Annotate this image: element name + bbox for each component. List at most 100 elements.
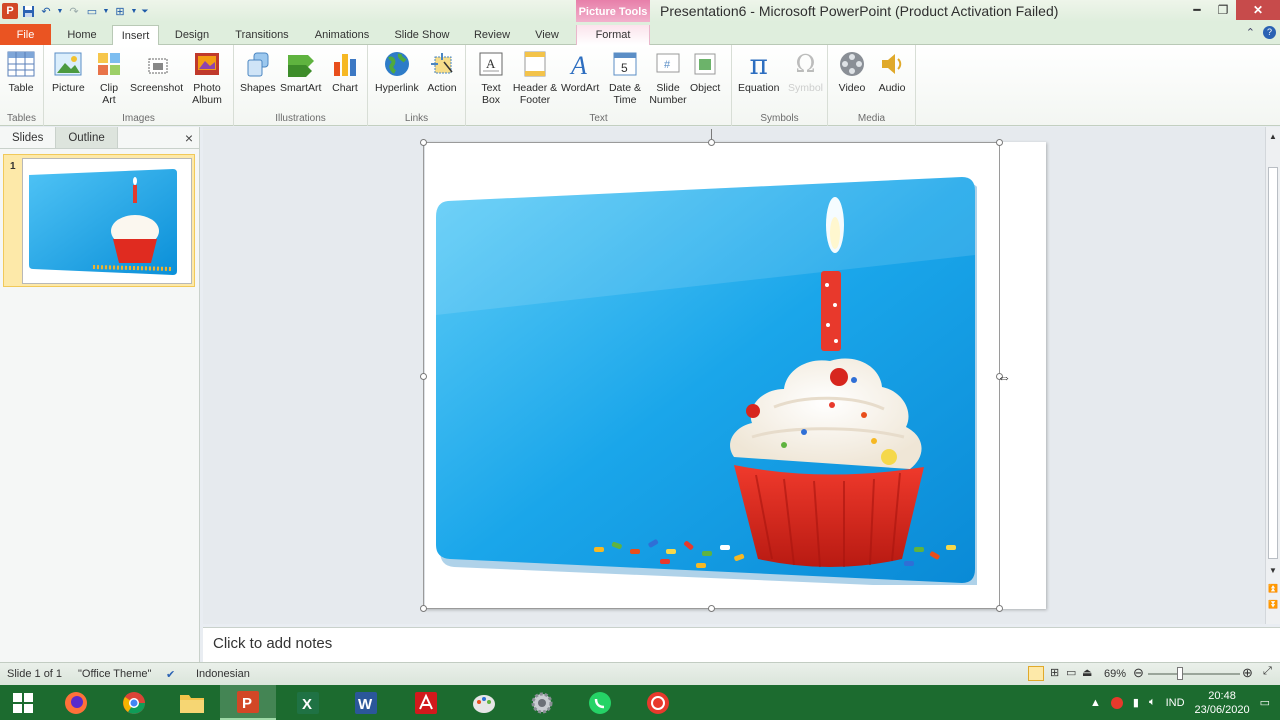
notifications-icon[interactable]: ▭ xyxy=(1260,696,1270,709)
slide-number-button[interactable]: # Slide Number xyxy=(648,49,688,106)
zoom-level[interactable]: 69% xyxy=(1104,668,1126,680)
taskbar-clock[interactable]: 20:48 23/06/2020 xyxy=(1195,689,1250,717)
powerpoint-logo-icon[interactable]: P xyxy=(2,3,18,19)
slide-show-icon[interactable]: ⏏ xyxy=(1082,666,1092,679)
smartart-button[interactable]: SmartArt xyxy=(280,49,321,94)
redo-icon[interactable]: ↷ xyxy=(66,3,82,19)
reading-view-icon[interactable]: ▭ xyxy=(1066,666,1076,679)
tab-animations[interactable]: Animations xyxy=(308,25,376,45)
clip-art-button[interactable]: Clip Art xyxy=(96,49,122,106)
resize-handle-bottom-right[interactable] xyxy=(996,605,1003,612)
scroll-down-icon[interactable]: ▼ xyxy=(1266,563,1280,577)
hyperlink-button[interactable]: Hyperlink xyxy=(375,49,419,94)
action-button[interactable]: Action xyxy=(427,49,457,94)
firefox-icon[interactable] xyxy=(48,685,104,720)
shapes-button[interactable]: Shapes xyxy=(240,49,276,94)
dropdown-arrow-icon[interactable]: ▼ xyxy=(102,3,110,19)
resize-handle-left[interactable] xyxy=(420,373,427,380)
chart-button[interactable]: Chart xyxy=(330,49,360,94)
zoom-in-icon[interactable]: ⊕ xyxy=(1242,665,1253,681)
table-button[interactable]: Table xyxy=(6,49,36,94)
whatsapp-icon[interactable] xyxy=(572,685,628,720)
file-explorer-icon[interactable] xyxy=(164,685,220,720)
chrome-icon[interactable] xyxy=(106,685,162,720)
normal-view-icon[interactable] xyxy=(1028,666,1044,681)
tab-outline[interactable]: Outline xyxy=(56,127,118,148)
previous-slide-icon[interactable]: ⏫ xyxy=(1266,581,1280,595)
date-time-button[interactable]: 5 Date & Time xyxy=(606,49,644,106)
next-slide-icon[interactable]: ⏬ xyxy=(1266,597,1280,611)
scrollbar-thumb[interactable] xyxy=(1268,167,1278,559)
restore-icon[interactable]: ❐ xyxy=(1210,0,1236,20)
undo-icon[interactable]: ↶ xyxy=(38,3,54,19)
powerpoint-taskbar-icon[interactable]: P xyxy=(220,685,276,720)
scroll-up-icon[interactable]: ▲ xyxy=(1266,129,1280,143)
tab-format[interactable]: Format xyxy=(576,25,650,45)
resize-handle-bottom[interactable] xyxy=(708,605,715,612)
slide-sorter-icon[interactable]: ⊞ xyxy=(1050,666,1059,679)
tab-slide-show[interactable]: Slide Show xyxy=(390,25,454,45)
dropdown-arrow-icon[interactable]: ▼ xyxy=(130,3,138,19)
slide-canvas[interactable]: ⇔ xyxy=(203,127,1265,624)
recorder-icon[interactable] xyxy=(630,685,686,720)
vertical-scrollbar[interactable]: ▲ ▼ ⏫ ⏬ xyxy=(1265,127,1280,624)
header-footer-button[interactable]: Header & Footer xyxy=(512,49,558,106)
theme-name[interactable]: "Office Theme" xyxy=(78,668,151,680)
customize-toolbar-icon[interactable]: ⊞ xyxy=(112,3,128,19)
slide-thumbnail-selected[interactable]: 1 xyxy=(3,154,195,287)
word-icon[interactable]: W xyxy=(338,685,394,720)
resize-handle-bottom-left[interactable] xyxy=(420,605,427,612)
video-button[interactable]: Video xyxy=(837,49,867,94)
symbol-button[interactable]: Ω Symbol xyxy=(788,49,823,94)
notes-pane[interactable]: Click to add notes xyxy=(203,627,1280,662)
tab-review[interactable]: Review xyxy=(468,25,516,45)
wordart-button[interactable]: A WordArt xyxy=(561,49,599,94)
input-language[interactable]: IND xyxy=(1166,697,1185,709)
tab-slides[interactable]: Slides xyxy=(0,127,57,148)
zoom-slider-knob[interactable] xyxy=(1177,667,1183,680)
zoom-slider[interactable] xyxy=(1148,673,1240,675)
object-button[interactable]: Object xyxy=(690,49,720,94)
zoom-out-icon[interactable]: ⊖ xyxy=(1133,665,1144,681)
thumbnail-cupcake-image xyxy=(29,169,177,275)
dropdown-arrow-icon[interactable]: ▼ xyxy=(56,3,64,19)
help-icon[interactable]: ? xyxy=(1263,26,1276,39)
tab-file[interactable]: File xyxy=(0,24,51,45)
picture-selection-frame[interactable]: ⇔ xyxy=(420,129,1011,612)
new-file-icon[interactable]: ▭ xyxy=(84,3,100,19)
qat-more-icon[interactable]: ⏷ xyxy=(140,3,150,19)
resize-handle-top-right[interactable] xyxy=(996,139,1003,146)
excel-icon[interactable]: X xyxy=(280,685,336,720)
photo-album-button[interactable]: Photo Album xyxy=(190,49,224,106)
tray-overflow-icon[interactable]: ▲ xyxy=(1090,697,1101,709)
tray-app-icon[interactable] xyxy=(1110,696,1123,709)
slide-thumbnail[interactable] xyxy=(22,158,192,284)
tab-home[interactable]: Home xyxy=(60,25,104,45)
tab-design[interactable]: Design xyxy=(168,25,216,45)
battery-icon[interactable]: ▮ xyxy=(1133,696,1139,709)
save-icon[interactable] xyxy=(20,3,36,19)
resize-handle-top-left[interactable] xyxy=(420,139,427,146)
volume-icon[interactable]: 🔈︎ xyxy=(1149,696,1156,709)
settings-gear-icon[interactable] xyxy=(514,685,570,720)
fit-to-window-icon[interactable]: ⤢ xyxy=(1263,665,1272,678)
language[interactable]: Indonesian xyxy=(196,668,250,680)
spell-check-icon[interactable]: ✔ xyxy=(166,668,175,681)
equation-button[interactable]: π Equation xyxy=(738,48,779,95)
tab-transitions[interactable]: Transitions xyxy=(228,25,296,45)
paint-icon[interactable] xyxy=(456,685,512,720)
minimize-icon[interactable]: ━ xyxy=(1184,0,1210,20)
acrobat-icon[interactable] xyxy=(398,685,454,720)
windows-start-icon[interactable] xyxy=(0,685,46,720)
tab-insert[interactable]: Insert xyxy=(112,25,159,46)
minimize-ribbon-icon[interactable]: ⌃ xyxy=(1246,26,1255,39)
audio-button[interactable]: Audio xyxy=(877,49,907,94)
close-window-icon[interactable]: ✕ xyxy=(1236,0,1280,20)
text-box-button[interactable]: A Text Box xyxy=(476,49,506,106)
notes-placeholder[interactable]: Click to add notes xyxy=(213,635,332,652)
picture-button[interactable]: Picture xyxy=(52,49,85,94)
resize-handle-top[interactable] xyxy=(708,139,715,146)
screenshot-button[interactable]: Screenshot xyxy=(130,49,183,94)
close-panel-icon[interactable]: × xyxy=(185,130,193,146)
tab-view[interactable]: View xyxy=(527,25,567,45)
